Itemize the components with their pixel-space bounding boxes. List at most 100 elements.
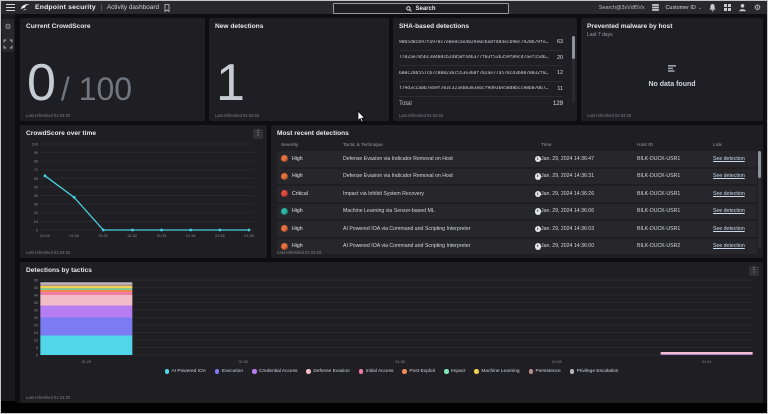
legend-label: Credential Access [259, 369, 297, 374]
sha-count: 20 [549, 55, 563, 61]
new-detections-panel: New detections 1 Last refreshed 01:34:03 [209, 18, 389, 121]
legend-item[interactable]: Execution [215, 369, 243, 374]
svg-text:60: 60 [34, 177, 38, 181]
svg-text:15: 15 [34, 331, 38, 335]
expand-fullscreen-icon[interactable] [3, 39, 13, 49]
bookmark-icon[interactable] [164, 4, 170, 12]
see-detection-link[interactable]: See detection [713, 226, 745, 232]
legend-label: Persistence [536, 369, 561, 374]
user-profile-icon[interactable] [738, 3, 747, 12]
sha-row[interactable]: 7782ae785bc3840dcb2d858f44b377f03f53b359… [399, 51, 563, 67]
scrollbar[interactable] [572, 36, 575, 103]
svg-text:40: 40 [34, 194, 38, 198]
svg-text:01:33: 01:33 [157, 234, 167, 238]
tactic-technique-label: Defense Evasion via Indicator Removal on… [343, 173, 532, 179]
sha-hash: 7782ae785bc3840dcb2d858f44b377f03f53b359… [399, 55, 549, 60]
last-refreshed-label: Last refreshed 01:34:03 [26, 113, 70, 118]
panel-title: Current CrowdScore [26, 23, 199, 30]
tactics-stacked-bar-chart: 0510152025303540455001:2901:3201:3501:38… [26, 277, 759, 368]
detection-time: Jan. 29, 2024 14:36:26 [541, 191, 637, 197]
severity-label: High [292, 156, 303, 162]
sha-hash: 9065d8cb97fa978c7e0e8cae4829e0cba8fd84ec… [399, 40, 549, 45]
falcon-logo-icon[interactable] [20, 3, 30, 12]
svg-text:01:38: 01:38 [552, 360, 562, 364]
table-row[interactable]: HighMachine Learning via Sensor-based ML… [277, 204, 757, 220]
breadcrumb-page-title: Activity dashboard [107, 4, 159, 11]
panel-title: Prevented malware by host [587, 23, 757, 30]
legend-item[interactable]: Machine Learning [474, 369, 519, 374]
see-detection-link[interactable]: See detection [713, 191, 745, 197]
svg-text:35: 35 [34, 301, 38, 305]
crowdscore-over-time-panel: CrowdScore over time ⋮ 01020304050607080… [20, 125, 267, 258]
svg-text:90: 90 [34, 151, 38, 155]
table-row[interactable]: HighAI Powered IOA via Command and Scrip… [277, 221, 757, 237]
detections-by-tactics-panel: Detections by tactics ⋮ 0510152025303540… [20, 262, 763, 403]
table-row[interactable]: HighDefense Evasion via Indicator Remova… [277, 151, 757, 167]
table-row[interactable]: HighAI Powered IOA via Command and Scrip… [277, 239, 757, 255]
column-header: Severity [281, 143, 343, 148]
detection-time: Jan. 29, 2024 14:36:03 [541, 226, 637, 232]
host-id: BILK-DUCK-USR1 [637, 208, 713, 214]
legend-label: AI Powered IOA [172, 369, 206, 374]
severity-icon [281, 173, 288, 180]
sha-total-row: Total 129 [399, 97, 563, 110]
legend-color-dot [402, 369, 407, 374]
severity-label: High [292, 226, 303, 232]
sha-count: 11 [549, 86, 563, 92]
dashboard-settings-gear-icon[interactable]: ⚙ [3, 22, 13, 32]
total-label: Total [399, 101, 553, 107]
date-range-label: Last 7 days [587, 32, 757, 38]
global-search-input[interactable]: Search [333, 3, 509, 14]
column-header: Time [541, 143, 637, 148]
legend-item[interactable]: Initial Access [359, 369, 394, 374]
panel-options-kebab-icon[interactable]: ⋮ [253, 129, 263, 139]
settings-gear-icon[interactable]: ⚙ [753, 3, 762, 12]
sha-row[interactable]: 680c286557cb7c888236c553e368f782ae77a578… [399, 66, 563, 82]
detections-table-body: High Defense Evasion via Indicator Remova… [277, 151, 757, 254]
see-detection-link[interactable]: See detection [713, 156, 745, 162]
notifications-bell-icon[interactable] [708, 3, 717, 12]
see-detection-link[interactable]: See detection [713, 173, 745, 179]
legend-item[interactable]: Privilege Escalation [570, 369, 619, 374]
apps-grid-icon[interactable] [723, 3, 732, 12]
legend-item[interactable]: Persistence [529, 369, 561, 374]
table-row[interactable]: CriticalImpact via Inhibit System Recove… [277, 186, 757, 202]
severity-icon [281, 190, 288, 197]
svg-text:01:32: 01:32 [128, 234, 138, 238]
svg-text:01:35: 01:35 [215, 234, 225, 238]
detections-number: 1 [216, 57, 245, 109]
svg-text:40: 40 [34, 293, 38, 297]
last-refreshed-label: Last refreshed 01:34:03 [587, 113, 631, 118]
user-account-label: Search@3xVdf5Vx [599, 5, 645, 11]
crowdscore-number: 0 [27, 57, 56, 109]
current-crowdscore-panel: Current CrowdScore 0 / 100 Last refreshe… [20, 18, 205, 121]
table-row[interactable]: HighDefense Evasion via Indicator Remova… [277, 169, 757, 185]
sha-row[interactable]: f79d3cca0b7eb9f783c323eb8383ebcf9d93be58… [399, 82, 563, 98]
svg-text:20: 20 [34, 323, 38, 327]
legend-item[interactable]: Credential Access [252, 369, 297, 374]
legend-item[interactable]: AI Powered IOA [165, 369, 206, 374]
panel-title: Detections by tactics [26, 267, 757, 274]
severity-label: Critical [292, 191, 308, 197]
see-detection-link[interactable]: See detection [713, 208, 745, 214]
legend-item[interactable]: Post-Exploit [402, 369, 435, 374]
customer-id-menu[interactable]: Customer ID ⌄ [666, 5, 702, 11]
svg-text:01:31: 01:31 [99, 234, 109, 238]
svg-text:80: 80 [34, 160, 38, 164]
sha-count: 63 [549, 39, 563, 45]
database-icon[interactable] [651, 3, 660, 12]
svg-text:01:29: 01:29 [82, 360, 92, 364]
legend-item[interactable]: Impact [444, 369, 465, 374]
see-detection-link[interactable]: See detection [713, 243, 745, 249]
last-refreshed-label: Last refreshed 01:34:03 [277, 250, 321, 255]
panel-options-kebab-icon[interactable]: ⋮ [749, 266, 759, 276]
host-id: BILK-DUCK-USR2 [637, 243, 713, 249]
last-refreshed-label: Last refreshed 01:34:03 [399, 113, 443, 118]
menu-icon[interactable] [6, 4, 15, 11]
severity-icon [281, 208, 288, 215]
scrollbar[interactable] [758, 151, 761, 248]
sha-row[interactable]: 9065d8cb97fa978c7e0e8cae4829e0cba8fd84ec… [399, 35, 563, 51]
legend-item[interactable]: Defense Evasion [306, 369, 349, 374]
legend-label: Machine Learning [481, 369, 519, 374]
svg-text:30: 30 [34, 203, 38, 207]
